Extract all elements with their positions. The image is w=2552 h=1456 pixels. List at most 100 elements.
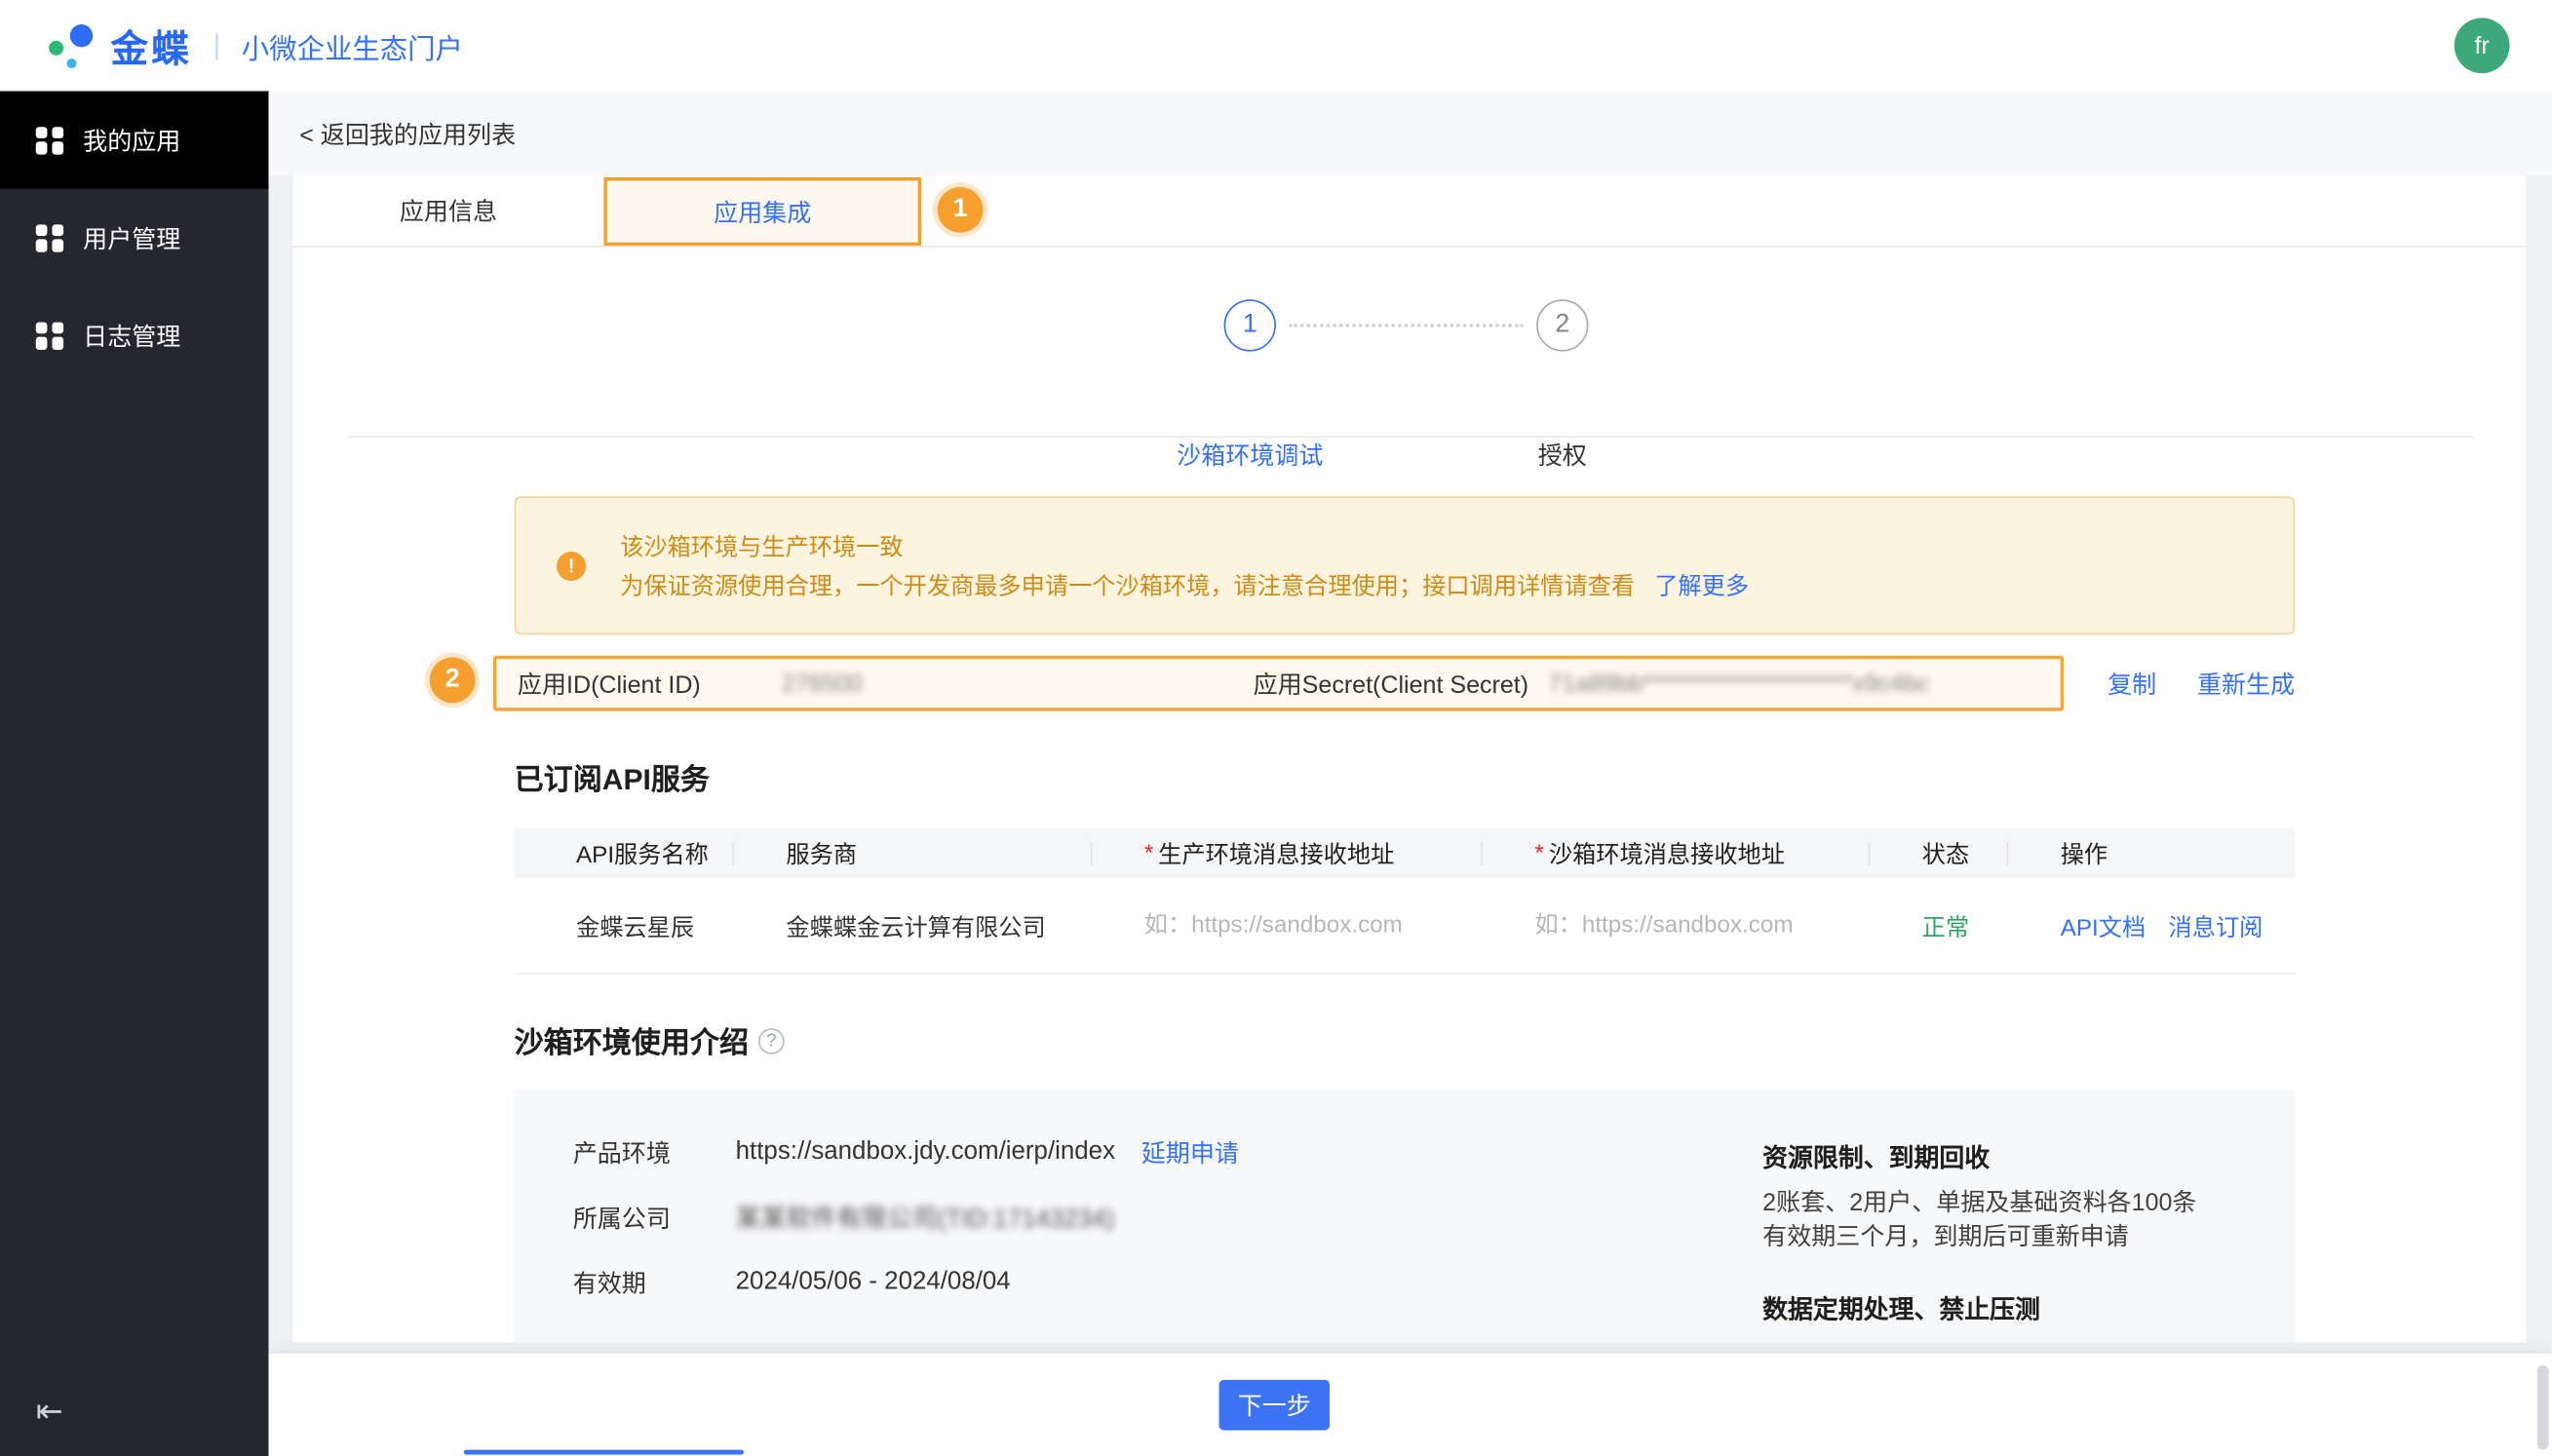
status-badge: 正常 (1870, 908, 2008, 942)
header-label: 状态 (1922, 836, 1969, 870)
api-name-cell: 金蝶云星辰 (515, 908, 734, 942)
env-label: 产品环境 (573, 1135, 736, 1169)
notice-line-2: 为保证资源使用合理，一个开发商最多申请一个沙箱环境，请注意合理使用；接口调用详情… (620, 568, 1749, 607)
sandbox-url-input[interactable] (1534, 913, 1860, 939)
regenerate-button[interactable]: 重新生成 (2197, 667, 2295, 701)
col-header-service-name: API服务名称 (515, 828, 734, 879)
api-doc-link[interactable]: API文档 (2061, 908, 2146, 942)
sidebar-item-user-management[interactable]: 用户管理 (0, 189, 268, 287)
sidebar-item-log-management[interactable]: 日志管理 (0, 287, 268, 384)
header-divider: | (213, 29, 220, 61)
header-label: 服务商 (786, 836, 857, 870)
credentials-box: 应用ID(Client ID) 276500 应用Secret(Client S… (493, 656, 2064, 711)
notice-line-2-text: 为保证资源使用合理，一个开发商最多申请一个沙箱环境，请注意合理使用；接口调用详情… (620, 574, 1635, 600)
step-connector (1289, 324, 1523, 326)
apps-grid-icon (36, 224, 63, 251)
sidebar: 我的应用 用户管理 日志管理 ⇤ (0, 91, 268, 1456)
step-1-label: 沙箱环境调试 (1177, 438, 1323, 472)
col-header-sandbox-url: * 沙箱环境消息接收地址 (1483, 828, 1870, 879)
brand-name: 金蝶 (111, 18, 192, 73)
kingdee-logo-icon (49, 21, 97, 70)
horizontal-scrollbar-thumb[interactable] (464, 1450, 744, 1455)
header-label: 操作 (2061, 836, 2107, 870)
content-card: 应用信息 应用集成 1 1 2 沙箱环境调试 授权 ! 该沙箱环境与生产环境一致… (293, 175, 2527, 1342)
data-policy-title: 数据定期处理、禁止压测 (1762, 1290, 2196, 1322)
step-1-circle: 1 (1224, 299, 1276, 351)
row-actions: API文档 消息订阅 (2008, 908, 2295, 942)
annotation-badge-2: 2 (430, 658, 476, 704)
copy-button[interactable]: 复制 (2107, 667, 2156, 701)
message-subscribe-link[interactable]: 消息订阅 (2169, 908, 2263, 942)
validity-row: 有效期 2024/05/06 - 2024/08/04 (573, 1264, 1239, 1300)
collapse-sidebar-icon[interactable]: ⇤ (36, 1391, 63, 1432)
company-label: 所属公司 (573, 1200, 736, 1234)
user-avatar[interactable]: fr (2455, 18, 2510, 73)
top-header: 金蝶 | 小微企业生态门户 fr (0, 0, 2552, 91)
env-row: 产品环境 https://sandbox.jdy.com/ierp/index … (573, 1134, 1239, 1170)
col-header-status: 状态 (1870, 828, 2008, 879)
main-content: < 返回我的应用列表 应用信息 应用集成 1 1 2 沙箱环境调试 授权 ! (268, 91, 2551, 1456)
apps-grid-icon (36, 322, 63, 349)
limit-line-2: 有效期三个月，到期后可重新申请 (1762, 1220, 2196, 1254)
next-step-button[interactable]: 下一步 (1219, 1380, 1331, 1431)
sandbox-info-panel: 产品环境 https://sandbox.jdy.com/ierp/index … (515, 1089, 2296, 1342)
sidebar-footer: ⇤ (0, 1365, 268, 1456)
vertical-scrollbar-thumb[interactable] (2537, 1365, 2549, 1450)
validity-label: 有效期 (573, 1265, 736, 1299)
client-id-value: 276500 (781, 670, 1253, 697)
limit-title: 资源限制、到期回收 (1762, 1139, 2196, 1171)
learn-more-link[interactable]: 了解更多 (1654, 574, 1749, 600)
env-url: https://sandbox.jdy.com/ierp/index (736, 1137, 1115, 1167)
sidebar-item-label: 我的应用 (83, 123, 180, 157)
apps-grid-icon (36, 126, 63, 153)
col-header-provider: 服务商 (734, 828, 1092, 879)
col-header-prod-url: * 生产环境消息接收地址 (1092, 828, 1483, 879)
resource-limits: 资源限制、到期回收 2账套、2用户、单据及基础资料各100条 有效期三个月，到期… (1762, 1139, 2196, 1323)
sandbox-notice-banner: ! 该沙箱环境与生产环境一致 为保证资源使用合理，一个开发商最多申请一个沙箱环境… (515, 496, 2296, 634)
sidebar-item-label: 日志管理 (83, 318, 180, 352)
client-secret-label: 应用Secret(Client Secret) (1254, 667, 1529, 701)
warning-icon: ! (557, 552, 586, 581)
prod-url-input[interactable] (1144, 913, 1470, 939)
extend-link[interactable]: 延期申请 (1141, 1135, 1239, 1169)
header-label: 生产环境消息接收地址 (1158, 836, 1394, 870)
prod-url-cell (1092, 913, 1483, 939)
tab-app-integration[interactable]: 应用集成 (603, 177, 921, 246)
credentials-row: 应用ID(Client ID) 276500 应用Secret(Client S… (493, 656, 2526, 711)
sandbox-url-cell (1483, 913, 1870, 939)
annotation-badge-1: 1 (938, 187, 984, 233)
required-asterisk: * (1144, 840, 1153, 866)
api-section-title: 已订阅API服务 (515, 756, 2527, 798)
provider-cell: 金蝶蝶金云计算有限公司 (734, 908, 1092, 942)
table-row: 金蝶云星辰 金蝶蝶金云计算有限公司 正常 API文档 消息订阅 (515, 879, 2296, 976)
validity-value: 2024/05/06 - 2024/08/04 (736, 1268, 1011, 1297)
company-value: 某某软件有限公司(TID:17143234) (736, 1199, 1114, 1235)
required-asterisk: * (1534, 840, 1543, 866)
client-id-label: 应用ID(Client ID) (518, 667, 758, 701)
help-icon[interactable]: ? (758, 1028, 785, 1054)
header-label: API服务名称 (576, 836, 709, 870)
back-link[interactable]: < 返回我的应用列表 (299, 116, 516, 150)
limit-line-1: 2账套、2用户、单据及基础资料各100条 (1762, 1186, 2196, 1220)
col-header-actions: 操作 (2008, 828, 2295, 879)
portal-title: 小微企业生态门户 (242, 25, 463, 66)
notice-text: 该沙箱环境与生产环境一致 为保证资源使用合理，一个开发商最多申请一个沙箱环境，请… (620, 529, 1749, 607)
client-secret-value: 71a89bb**********************x9c4bc (1548, 670, 2012, 697)
notice-line-1: 该沙箱环境与生产环境一致 (620, 529, 1749, 568)
tab-bar: 应用信息 应用集成 1 (293, 175, 2527, 247)
step-2-circle: 2 (1536, 299, 1588, 351)
back-row: < 返回我的应用列表 (268, 91, 2551, 175)
api-section-title-text: 已订阅API服务 (515, 756, 710, 798)
sandbox-section-title: 沙箱环境使用介绍 ? (515, 1020, 2527, 1062)
bottom-action-bar: 下一步 (268, 1354, 2551, 1456)
header-label: 沙箱环境消息接收地址 (1549, 836, 1785, 870)
section-divider (347, 436, 2474, 438)
api-services-table: API服务名称 服务商 * 生产环境消息接收地址 * 沙箱环境消息接收地址 状态 (515, 828, 2296, 975)
sandbox-section-title-text: 沙箱环境使用介绍 (515, 1020, 749, 1062)
sandbox-info-rows: 产品环境 https://sandbox.jdy.com/ierp/index … (573, 1134, 1239, 1329)
tab-app-info[interactable]: 应用信息 (293, 175, 604, 246)
company-row: 所属公司 某某软件有限公司(TID:17143234) (573, 1199, 1239, 1235)
app-window: 金蝶 | 小微企业生态门户 fr 我的应用 用户管理 日志管理 ⇤ < 返回我的… (0, 0, 2552, 1456)
sidebar-item-label: 用户管理 (83, 220, 180, 254)
sidebar-item-my-apps[interactable]: 我的应用 (0, 91, 268, 188)
